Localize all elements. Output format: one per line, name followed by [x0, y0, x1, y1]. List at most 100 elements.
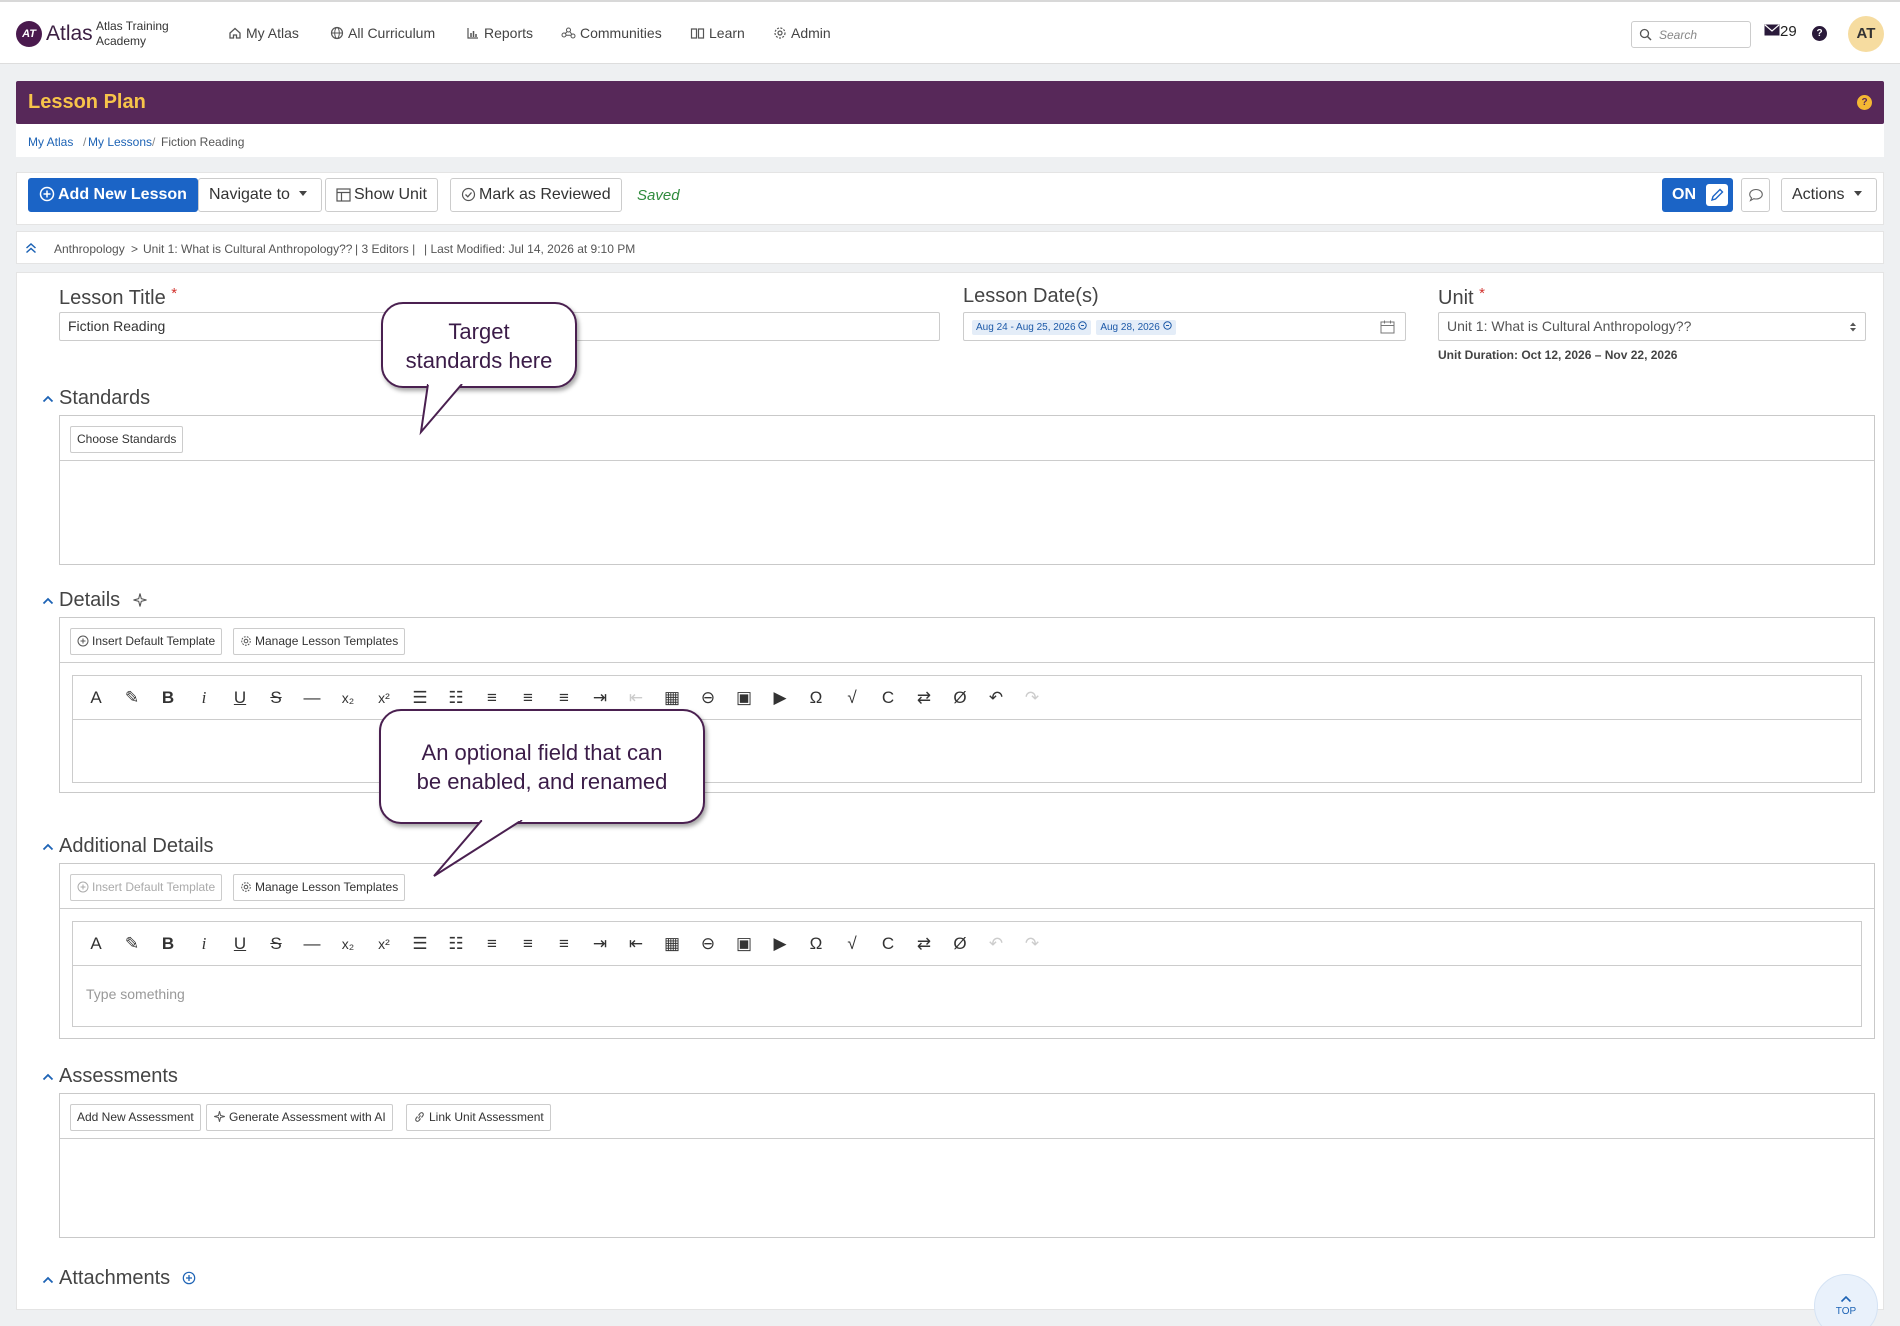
unit-select[interactable]: Unit 1: What is Cultural Anthropology??: [1438, 312, 1866, 341]
align-right-icon[interactable]: ≡: [553, 688, 575, 708]
highlight-icon[interactable]: ✎: [121, 688, 143, 708]
comments-button[interactable]: [1741, 178, 1770, 212]
outdent-icon[interactable]: ⇤: [625, 688, 647, 708]
ordered-list-icon[interactable]: ☰: [409, 934, 431, 954]
text-color-icon[interactable]: A: [85, 934, 107, 954]
actions-dropdown[interactable]: Actions: [1781, 178, 1877, 212]
additional-details-rich-text-editor[interactable]: A ✎ Bi U S — x₂ x² ☰ ☷ ≡ ≡ ≡ ⇥ ⇤ ▦ ⊖ ▣ ▶ Ω √ C ⇄ Ø ↶ ↷ Type somet…: [72, 921, 1862, 1027]
underline-icon[interactable]: U: [229, 934, 251, 954]
ordered-list-icon[interactable]: ☰: [409, 688, 431, 708]
table-icon[interactable]: ▦: [661, 934, 683, 954]
undo-icon[interactable]: ↶: [985, 934, 1007, 954]
collapse-standards-icon[interactable]: [42, 395, 54, 403]
align-left-icon[interactable]: ≡: [481, 934, 503, 954]
atlas-logo-mark[interactable]: AT: [16, 21, 42, 47]
subscript-icon[interactable]: x₂: [337, 934, 359, 954]
bullet-list-icon[interactable]: ☷: [445, 688, 467, 708]
nav-my-atlas[interactable]: My Atlas: [228, 25, 299, 41]
show-unit-button[interactable]: Show Unit: [325, 178, 438, 212]
nav-admin[interactable]: Admin: [773, 25, 831, 41]
user-avatar[interactable]: AT: [1848, 16, 1884, 52]
redo-icon[interactable]: ↷: [1021, 688, 1043, 708]
highlight-icon[interactable]: ✎: [121, 934, 143, 954]
standards-callout-pointer: [419, 384, 463, 436]
collapse-details-icon[interactable]: [42, 597, 54, 605]
breadcrumb-my-atlas[interactable]: My Atlas: [28, 135, 73, 149]
navigate-to-dropdown[interactable]: Navigate to: [198, 178, 323, 212]
mark-as-reviewed-button[interactable]: Mark as Reviewed: [450, 178, 622, 212]
lesson-dates-input[interactable]: Aug 24 - Aug 25, 2026 Aug 28, 2026: [963, 312, 1406, 341]
help-icon[interactable]: ?: [1812, 26, 1827, 41]
messages-button[interactable]: 29: [1764, 23, 1797, 40]
bullet-list-icon[interactable]: ☷: [445, 934, 467, 954]
date-chip[interactable]: Aug 24 - Aug 25, 2026: [972, 320, 1092, 335]
clear-format-icon[interactable]: Ø: [949, 934, 971, 954]
collapse-attachments-icon[interactable]: [42, 1276, 54, 1284]
citation-icon[interactable]: C: [877, 688, 899, 708]
align-left-icon[interactable]: ≡: [481, 688, 503, 708]
strikethrough-icon[interactable]: S: [265, 934, 287, 954]
indent-icon[interactable]: ⇥: [589, 688, 611, 708]
choose-standards-button[interactable]: Choose Standards: [70, 426, 184, 453]
math-icon[interactable]: √: [841, 934, 863, 954]
nav-communities[interactable]: Communities: [561, 25, 662, 41]
horizontal-rule-icon[interactable]: —: [301, 688, 323, 708]
align-right-icon[interactable]: ≡: [553, 934, 575, 954]
swap-icon[interactable]: ⇄: [913, 934, 935, 954]
link-icon[interactable]: ⊖: [697, 688, 719, 708]
collapse-additional-details-icon[interactable]: [42, 843, 54, 851]
course-link[interactable]: Anthropology: [54, 242, 125, 256]
text-color-icon[interactable]: A: [85, 688, 107, 708]
details-rich-text-editor[interactable]: A ✎ Bi U S — x₂ x² ☰ ☷ ≡ ≡ ≡ ⇥ ⇤ ▦ ⊖ ▣ ▶ Ω √ C ⇄ Ø ↶ ↷: [72, 675, 1862, 783]
edit-mode-toggle[interactable]: ON: [1662, 178, 1733, 212]
superscript-icon[interactable]: x²: [373, 688, 395, 708]
search-input[interactable]: Search: [1631, 21, 1751, 48]
generate-assessment-ai-button[interactable]: Generate Assessment with AI: [206, 1104, 393, 1131]
nav-reports[interactable]: Reports: [466, 25, 533, 41]
align-center-icon[interactable]: ≡: [517, 688, 539, 708]
video-icon[interactable]: ▶: [769, 688, 791, 708]
bold-icon[interactable]: B: [157, 934, 179, 954]
video-icon[interactable]: ▶: [769, 934, 791, 954]
date-chip[interactable]: Aug 28, 2026: [1096, 320, 1176, 335]
underline-icon[interactable]: U: [229, 688, 251, 708]
insert-default-template-button[interactable]: Insert Default Template: [70, 874, 223, 901]
special-char-icon[interactable]: Ω: [805, 688, 827, 708]
outdent-icon[interactable]: ⇤: [625, 934, 647, 954]
table-icon[interactable]: ▦: [661, 688, 683, 708]
breadcrumb-my-lessons[interactable]: My Lessons: [88, 135, 152, 149]
bold-icon[interactable]: B: [157, 688, 179, 708]
unit-link[interactable]: Unit 1: What is Cultural Anthropology??: [143, 242, 352, 256]
insert-default-template-button[interactable]: Insert Default Template: [70, 628, 223, 655]
manage-lesson-templates-button[interactable]: Manage Lesson Templates: [233, 874, 406, 901]
math-icon[interactable]: √: [841, 688, 863, 708]
horizontal-rule-icon[interactable]: —: [301, 934, 323, 954]
add-attachment-icon[interactable]: [182, 1271, 196, 1285]
undo-icon[interactable]: ↶: [985, 688, 1007, 708]
italic-icon[interactable]: i: [193, 934, 215, 954]
special-char-icon[interactable]: Ω: [805, 934, 827, 954]
nav-learn[interactable]: Learn: [690, 25, 745, 41]
redo-icon[interactable]: ↷: [1021, 934, 1043, 954]
add-new-lesson-button[interactable]: Add New Lesson: [28, 178, 198, 212]
image-icon[interactable]: ▣: [733, 934, 755, 954]
collapse-assessments-icon[interactable]: [42, 1073, 54, 1081]
indent-icon[interactable]: ⇥: [589, 934, 611, 954]
subscript-icon[interactable]: x₂: [337, 688, 359, 708]
link-icon[interactable]: ⊖: [697, 934, 719, 954]
help-icon[interactable]: ?: [1857, 95, 1872, 110]
add-new-assessment-button[interactable]: Add New Assessment: [70, 1104, 201, 1131]
scroll-to-top-button[interactable]: TOP: [1814, 1274, 1878, 1326]
italic-icon[interactable]: i: [193, 688, 215, 708]
nav-all-curriculum[interactable]: All Curriculum: [330, 25, 435, 41]
manage-lesson-templates-button[interactable]: Manage Lesson Templates: [233, 628, 406, 655]
align-center-icon[interactable]: ≡: [517, 934, 539, 954]
strikethrough-icon[interactable]: S: [265, 688, 287, 708]
link-unit-assessment-button[interactable]: Link Unit Assessment: [406, 1104, 551, 1131]
image-icon[interactable]: ▣: [733, 688, 755, 708]
superscript-icon[interactable]: x²: [373, 934, 395, 954]
atlas-logo-text[interactable]: Atlas: [46, 22, 93, 46]
citation-icon[interactable]: C: [877, 934, 899, 954]
clear-format-icon[interactable]: Ø: [949, 688, 971, 708]
swap-icon[interactable]: ⇄: [913, 688, 935, 708]
